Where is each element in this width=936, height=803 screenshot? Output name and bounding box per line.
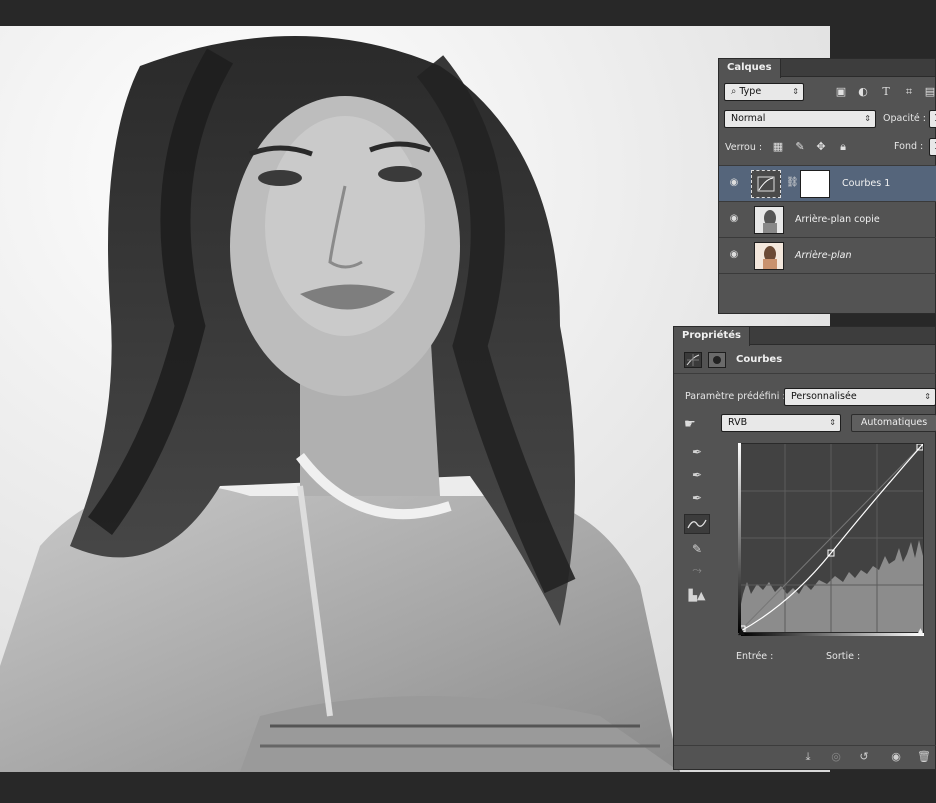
toggle-visibility-icon[interactable]: ◉ [888, 750, 904, 764]
smooth-curve-icon[interactable]: ⤳ [684, 560, 710, 580]
auto-button[interactable]: Automatiques [851, 414, 936, 432]
updown-arrow-icon: ⇕ [829, 418, 836, 427]
preset-select[interactable]: Personnalisée ⇕ [784, 388, 936, 406]
reset-icon[interactable]: ↺ [856, 750, 872, 764]
trash-icon[interactable]: 🗑︎ [916, 750, 932, 764]
adjustment-filter-icon[interactable]: ◐ [856, 85, 870, 99]
blend-mode-select[interactable]: Normal ⇕ [724, 110, 876, 128]
curves-adjustment-icon [751, 170, 781, 198]
layer-row[interactable]: ◉ Arrière-plan copie [719, 202, 936, 238]
mask-icon[interactable] [708, 352, 726, 368]
layer-name: Arrière-plan copie [795, 214, 880, 225]
layers-panel: Calques ⌕ Type ⇕ ▣ ◐ T ⌗ ▤ Normal ⇕ Opacit… [718, 58, 936, 314]
output-gradient-bar [738, 443, 741, 633]
layer-thumbnail [754, 242, 784, 270]
preset-label: Paramètre prédéfini : [685, 391, 786, 402]
curves-adjustment-icon[interactable] [684, 352, 702, 368]
curves-title: Courbes [736, 354, 783, 365]
clipping-warning-icon[interactable]: ▙▲ [684, 586, 710, 606]
preset-value: Personnalisée [791, 391, 857, 402]
lock-position-icon[interactable]: ✥ [814, 140, 828, 154]
curve-edit-points-icon[interactable] [684, 514, 710, 534]
targeted-adjustment-icon[interactable]: ☛ [684, 417, 696, 432]
type-filter-icon[interactable]: T [879, 85, 893, 99]
properties-panel: Propriétés Courbes Paramètre prédéfini :… [673, 326, 936, 770]
layer-name: Arrière-plan [795, 250, 852, 261]
smart-object-filter-icon[interactable]: ▤ [923, 85, 936, 99]
layer-filter-select[interactable]: ⌕ Type ⇕ [724, 83, 804, 101]
eye-icon[interactable]: ◉ [727, 213, 741, 225]
lock-paint-icon[interactable]: ✎ [793, 140, 807, 154]
lock-all-icon[interactable]: 🔒︎ [836, 140, 850, 154]
view-previous-state-icon[interactable]: ◎ [828, 750, 844, 764]
input-label: Entrée : [736, 651, 774, 662]
layer-name: Courbes 1 [842, 178, 891, 189]
layer-thumbnail [754, 206, 784, 234]
fill-label: Fond : [894, 141, 924, 152]
layers-tabbar: Calques [719, 59, 935, 78]
image-filter-icon[interactable]: ▣ [834, 85, 848, 99]
input-gradient-bar [741, 633, 924, 636]
eye-icon[interactable]: ◉ [727, 249, 741, 261]
layers-list: ◉ ⛓︎ Courbes 1 ◉ Arrière-plan copie ◉ Ar… [719, 165, 936, 274]
tab-calques[interactable]: Calques [719, 59, 781, 78]
black-point-eyedropper-icon[interactable]: ✒ [684, 442, 710, 462]
curves-header: Courbes [674, 346, 936, 374]
channel-value: RVB [728, 417, 748, 428]
properties-footer: ⤓ ◎ ↺ ◉ 🗑︎ [674, 745, 936, 769]
gray-point-eyedropper-icon[interactable]: ✒ [684, 465, 710, 485]
tab-proprietes[interactable]: Propriétés [674, 327, 750, 346]
updown-arrow-icon: ⇕ [924, 392, 931, 401]
output-label: Sortie : [826, 651, 861, 662]
lock-label: Verrou : [725, 142, 763, 153]
white-point-slider-icon[interactable]: ▲ [917, 627, 924, 637]
layer-mask-thumbnail[interactable] [800, 170, 830, 198]
clip-to-layer-icon[interactable]: ⤓ [800, 750, 816, 764]
layer-row[interactable]: ◉ Arrière-plan [719, 238, 936, 274]
white-point-eyedropper-icon[interactable]: ✒ [684, 488, 710, 508]
opacity-label: Opacité : [883, 113, 926, 124]
chain-link-icon[interactable]: ⛓︎ [786, 177, 799, 188]
curves-graph[interactable] [738, 443, 924, 633]
black-point-slider-icon[interactable]: ▲ [738, 627, 745, 637]
opacity-input[interactable]: 1 [929, 110, 936, 128]
updown-arrow-icon: ⇕ [792, 87, 799, 96]
blend-mode-value: Normal [731, 113, 766, 124]
updown-arrow-icon: ⇕ [864, 114, 871, 123]
shape-filter-icon[interactable]: ⌗ [902, 85, 916, 99]
eye-icon[interactable]: ◉ [727, 177, 741, 189]
lock-transparency-icon[interactable]: ▦ [771, 140, 785, 154]
channel-select[interactable]: RVB ⇕ [721, 414, 841, 432]
pencil-icon[interactable]: ✎ [684, 539, 710, 559]
layer-filter-value: Type [739, 86, 762, 97]
properties-tabbar: Propriétés [674, 327, 935, 346]
fill-input[interactable]: 1 [929, 138, 936, 156]
layer-row[interactable]: ◉ ⛓︎ Courbes 1 [719, 166, 936, 202]
curve-plot[interactable] [739, 444, 923, 632]
